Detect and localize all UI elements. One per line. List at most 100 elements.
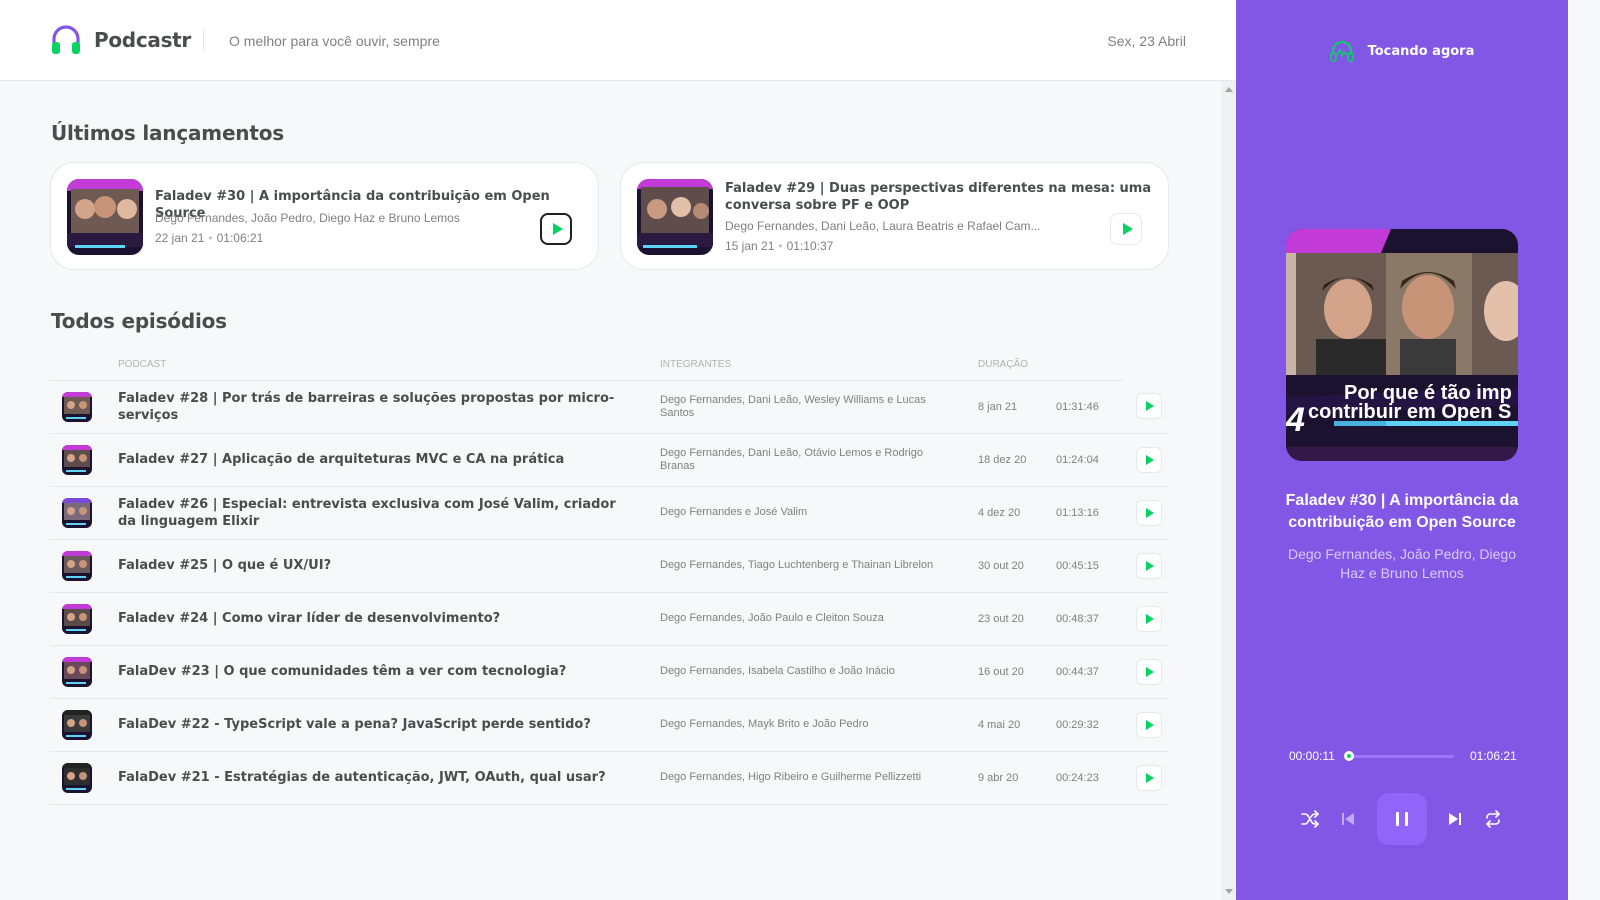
latest-episodes-heading: Últimos lançamentos (51, 121, 284, 145)
episode-date: 8 jan 21 (978, 380, 1056, 434)
episode-title[interactable]: FalaDev #22 - TypeScript vale a pena? Ja… (118, 698, 660, 752)
episode-date: 18 dez 20 (978, 433, 1056, 487)
card-members: Dego Fernandes, Dani Leão, Laura Beatris… (725, 219, 1041, 233)
previous-button[interactable] (1338, 809, 1358, 829)
play-icon (1122, 223, 1133, 235)
table-row[interactable]: Faladev #28 | Por trás de barreiras e so… (50, 380, 1168, 434)
episode-title[interactable]: Faladev #25 | O que é UX/UI? (118, 539, 660, 593)
episode-title[interactable]: Faladev #24 | Como virar líder de desenv… (118, 592, 660, 646)
table-row[interactable]: Faladev #26 | Especial: entrevista exclu… (50, 486, 1168, 540)
latest-episode-card[interactable]: Faladev #29 | Duas perspectivas diferent… (620, 162, 1169, 270)
episode-date: 30 out 20 (978, 539, 1056, 593)
episode-date: 23 out 20 (978, 592, 1056, 646)
repeat-button[interactable] (1483, 809, 1503, 829)
table-row[interactable]: FalaDev #23 | O que comunidades têm a ve… (50, 645, 1168, 699)
play-icon (1146, 613, 1154, 624)
episode-date: 4 mai 20 (978, 698, 1056, 752)
play-icon (1146, 719, 1154, 730)
logo[interactable]: Podcastr (51, 24, 191, 56)
card-members: Dego Fernandes, João Pedro, Diego Haz e … (155, 211, 460, 225)
episode-members: Dego Fernandes, Dani Leão, Wesley Willia… (660, 380, 978, 434)
play-button[interactable] (1136, 446, 1162, 473)
episode-thumbnail (62, 709, 92, 740)
play-button[interactable] (1136, 393, 1162, 420)
episode-members: Dego Fernandes e José Valim (660, 486, 978, 540)
episode-thumbnail (62, 550, 92, 581)
player-controls (1236, 793, 1568, 845)
headphones-icon (52, 25, 80, 54)
episode-title[interactable]: FalaDev #23 | O que comunidades têm a ve… (118, 645, 660, 699)
card-date: 22 jan 21 (155, 231, 205, 245)
episode-duration: 00:24:23 (1056, 751, 1124, 805)
card-meta: 15 jan 21 • 01:10:37 (725, 239, 834, 253)
header: Podcastr O melhor para você ouvir, sempr… (0, 0, 1236, 81)
play-icon (1146, 772, 1154, 783)
table-header-row: Podcast Integrantes Duração (50, 350, 1168, 381)
player-episode-members: Dego Fernandes, João Pedro, Diego Haz e … (1287, 546, 1517, 581)
next-button[interactable] (1445, 809, 1465, 829)
card-duration: 01:10:37 (786, 239, 834, 253)
episode-thumbnail (62, 603, 92, 634)
card-title[interactable]: Faladev #29 | Duas perspectivas diferent… (725, 180, 1155, 214)
episode-thumbnail (62, 497, 92, 528)
table-row[interactable]: Faladev #25 | O que é UX/UI? Dego Fernand… (50, 539, 1168, 593)
cover-text-line2: contribuir em Open S (1308, 401, 1511, 423)
play-icon (1146, 560, 1154, 571)
episode-duration: 00:45:15 (1056, 539, 1124, 593)
progress-slider[interactable] (1344, 751, 1454, 761)
episode-members: Dego Fernandes, Mayk Brito e João Pedro (660, 698, 978, 752)
play-button[interactable] (1110, 213, 1142, 245)
skip-next-icon (1449, 813, 1461, 825)
latest-episode-card[interactable]: Faladev #30 | A importância da contribui… (50, 162, 599, 270)
play-button[interactable] (1136, 499, 1162, 526)
episode-date: 16 out 20 (978, 645, 1056, 699)
episode-title[interactable]: Faladev #28 | Por trás de barreiras e so… (118, 380, 660, 434)
progress-handle[interactable] (1344, 751, 1355, 761)
column-header-podcast: Podcast (118, 350, 660, 381)
episode-duration: 01:13:16 (1056, 486, 1124, 540)
card-duration: 01:06:21 (216, 231, 264, 245)
main-area: Podcastr O melhor para você ouvir, sempr… (0, 0, 1236, 900)
player-panel: Tocando agora Por que é tão imp contribu… (1236, 0, 1568, 900)
play-icon (1146, 454, 1154, 465)
now-playing-label: Tocando agora (1367, 43, 1475, 59)
episode-thumbnail (62, 762, 92, 793)
episode-members: Dego Fernandes, Higo Ribeiro e Guilherme… (660, 751, 978, 805)
play-button[interactable] (1136, 552, 1162, 579)
table-row[interactable]: Faladev #27 | Aplicação de arquiteturas … (50, 433, 1168, 487)
play-icon (1146, 507, 1154, 518)
scroll-down-arrow-icon[interactable] (1225, 889, 1233, 894)
episode-title[interactable]: Faladev #27 | Aplicação de arquiteturas … (118, 433, 660, 487)
pause-button[interactable] (1377, 793, 1427, 845)
column-header-members: Integrantes (660, 350, 978, 381)
play-button[interactable] (1136, 605, 1162, 632)
episode-duration: 00:29:32 (1056, 698, 1124, 752)
episode-thumbnail (62, 656, 92, 687)
scrollbar[interactable] (1221, 81, 1236, 900)
table-row[interactable]: FalaDev #21 - Estratégias de autenticaçã… (50, 751, 1168, 805)
play-icon (552, 223, 563, 235)
play-button[interactable] (1136, 711, 1162, 738)
episode-title[interactable]: Faladev #26 | Especial: entrevista exclu… (118, 486, 660, 540)
episode-members: Dego Fernandes, João Paulo e Cleiton Sou… (660, 592, 978, 646)
play-icon (1146, 401, 1154, 412)
table-row[interactable]: FalaDev #22 - TypeScript vale a pena? Ja… (50, 698, 1168, 752)
play-button[interactable] (540, 213, 572, 245)
total-time: 01:06:21 (1470, 749, 1517, 763)
play-button[interactable] (1136, 658, 1162, 685)
episode-title[interactable]: FalaDev #21 - Estratégias de autenticaçã… (118, 751, 660, 805)
shuffle-button[interactable] (1300, 809, 1320, 829)
scroll-up-arrow-icon[interactable] (1225, 87, 1233, 92)
player-header: Tocando agora (1236, 40, 1568, 62)
episode-thumbnail (637, 179, 713, 255)
episodes-table: Podcast Integrantes Duração Faladev #28 … (50, 350, 1168, 805)
skip-previous-icon (1342, 813, 1354, 825)
table-row[interactable]: Faladev #24 | Como virar líder de desenv… (50, 592, 1168, 646)
episode-duration: 01:24:04 (1056, 433, 1124, 487)
play-button[interactable] (1136, 764, 1162, 791)
episode-cover: Por que é tão imp contribuir em Open S 4 (1286, 229, 1518, 461)
column-header-duration: Duração (978, 350, 1056, 381)
episode-thumbnail (62, 444, 92, 475)
headphones-icon (1329, 41, 1354, 62)
episode-members: Dego Fernandes, Isabela Castilho e João … (660, 645, 978, 699)
